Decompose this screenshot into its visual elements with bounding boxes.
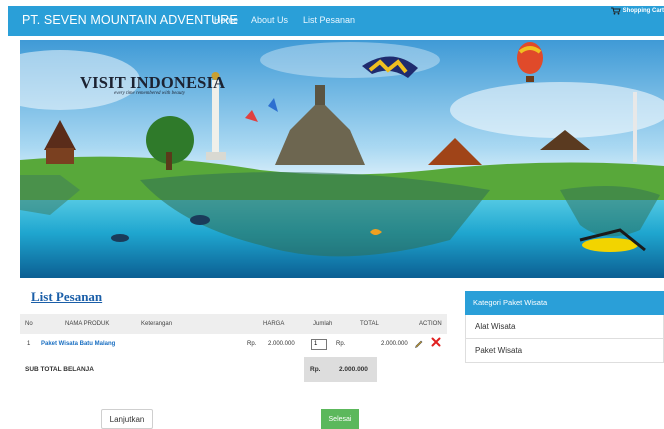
subtotal-value: 2.000.000 — [339, 366, 368, 373]
table-header: No NAMA PRODUK Keterangan HARGA Jumlah T… — [20, 314, 447, 334]
product-link[interactable]: Paket Wisata Batu Malang — [41, 334, 115, 354]
row-harga: 2.000.000 — [268, 341, 295, 347]
row-no: 1 — [27, 341, 31, 347]
col-total: TOTAL — [360, 321, 379, 327]
shopping-cart-link[interactable]: Shopping Cart — [610, 7, 664, 15]
col-keterangan: Keterangan — [141, 321, 173, 327]
col-product: NAMA PRODUK — [65, 321, 110, 327]
finish-button[interactable]: Selesai — [321, 409, 359, 429]
nav-home[interactable]: Home — [214, 15, 238, 25]
sidebar-item-paket-wisata[interactable]: Paket Wisata — [465, 339, 664, 363]
subtotal-label: SUB TOTAL BELANJA — [25, 366, 94, 373]
edit-pencil-icon[interactable] — [414, 338, 424, 348]
table-row: 1 Paket Wisata Batu Malang Rp. 2.000.000… — [20, 334, 447, 354]
sidebar-item-alat-wisata[interactable]: Alat Wisata — [465, 315, 664, 339]
col-action: ACTION — [419, 321, 442, 327]
banner-title: VISIT INDONESIA — [80, 73, 226, 92]
cart-icon — [610, 7, 621, 15]
banner-subtitle: every time remembered with beauty — [114, 91, 185, 96]
subtotal-currency: Rp. — [310, 366, 321, 373]
navbar: PT. SEVEN MOUNTAIN ADVENTURE Home About … — [8, 6, 664, 36]
quantity-input[interactable] — [311, 339, 327, 350]
continue-button[interactable]: Lanjutkan — [101, 409, 153, 429]
nav-about[interactable]: About Us — [251, 15, 288, 25]
hero-banner: VISIT INDONESIA every time remembered wi… — [20, 40, 664, 278]
delete-x-icon[interactable] — [431, 337, 441, 347]
col-no: No — [25, 321, 33, 327]
brand-link[interactable]: PT. SEVEN MOUNTAIN ADVENTURE — [22, 13, 238, 27]
nav-list-pesanan[interactable]: List Pesanan — [303, 15, 355, 25]
subtotal-row: SUB TOTAL BELANJA Rp. 2.000.000 — [20, 357, 447, 382]
sidebar-header[interactable]: Kategori Paket Wisata — [465, 291, 664, 315]
cart-label: Shopping Cart — [622, 8, 664, 14]
row-total: 2.000.000 — [381, 341, 408, 347]
order-list-title: List Pesanan — [31, 289, 103, 304]
col-harga: HARGA — [263, 321, 285, 327]
col-jumlah: Jumlah — [313, 321, 333, 327]
row-currency: Rp. — [247, 341, 257, 347]
row-total-currency: Rp. — [336, 341, 346, 347]
